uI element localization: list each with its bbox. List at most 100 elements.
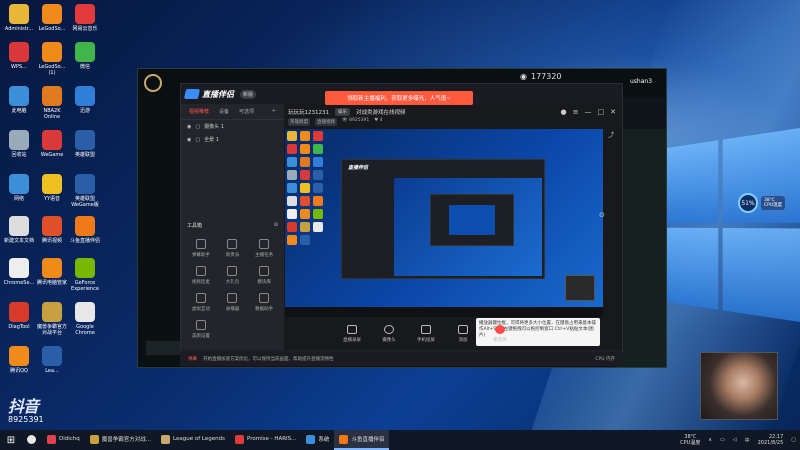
avatar[interactable]: ●: [561, 108, 567, 116]
room-title[interactable]: 玩玩玩1231231: [288, 108, 329, 116]
version-badge[interactable]: 新版: [240, 89, 257, 99]
desktop-icon[interactable]: LeGodSo... (1): [35, 42, 69, 76]
taskbar-item[interactable]: Promise - HARIS...: [230, 430, 301, 450]
eye-icon[interactable]: ◉: [187, 137, 191, 143]
camera-float-icon[interactable]: ⊙: [599, 211, 605, 219]
preview-icon: [300, 131, 310, 141]
eye-icon[interactable]: ◉: [187, 124, 191, 130]
live-preview-canvas[interactable]: 直播伴侣: [285, 129, 603, 317]
desktop-icon[interactable]: 斗鱼直播伴侣: [68, 216, 102, 244]
toolbox-item[interactable]: 录播器: [217, 293, 249, 312]
preview-icon: [287, 144, 297, 154]
desktop-icon[interactable]: 英雄联盟: [68, 130, 102, 158]
desktop-icon[interactable]: 腾讯QQ: [2, 346, 36, 374]
perf-widget[interactable]: 51% 38℃ CPU温度: [738, 193, 786, 213]
close-icon[interactable]: ✕: [610, 108, 616, 116]
desktop-icon[interactable]: 此电脑: [2, 86, 36, 114]
douyin-id: 8925391: [8, 415, 44, 424]
lock-icon[interactable]: ▢: [195, 137, 200, 143]
room-category[interactable]: 对战类游戏在线视频: [356, 108, 406, 116]
desktop-icon[interactable]: LeGodSo...: [35, 4, 69, 32]
desktop-icon[interactable]: 新建文本文档: [2, 216, 36, 244]
camera-icon: [384, 325, 394, 334]
tray-cpu-temp[interactable]: 38℃ CPU温度: [680, 434, 700, 446]
desktop-icon[interactable]: ChromeSe...: [2, 258, 36, 286]
toolbox-item[interactable]: 弹幕助手: [185, 239, 217, 258]
desktop-icon[interactable]: 微信: [68, 42, 102, 70]
add-source-button[interactable]: 添加: [451, 325, 475, 343]
maximize-icon[interactable]: □: [598, 108, 605, 116]
phone-cast-button[interactable]: 手机投屏: [414, 325, 438, 343]
preview-taskbar: [285, 307, 603, 317]
lock-icon[interactable]: ▢: [195, 124, 200, 130]
league-friends-panel[interactable]: [616, 129, 666, 367]
taskbar-item-chrome[interactable]: [22, 430, 42, 450]
tab-options[interactable]: 可选项: [239, 108, 254, 115]
desktop-icon[interactable]: Administr...: [2, 4, 36, 32]
scene-item[interactable]: ◉ ▢ 摄像头 1: [181, 120, 284, 133]
toolbox-item[interactable]: 新贵派: [217, 239, 249, 258]
source-controls: 直播录屏 摄像头 手机投屏 添加 麦克风: [340, 325, 512, 343]
room-tag[interactable]: 娱乐: [335, 108, 350, 116]
desktop-icon[interactable]: 腾讯电脑管家: [35, 258, 69, 286]
promo-banner[interactable]: 领取新主播福利，获取更多曝光，人气值~: [325, 91, 473, 105]
preview-icon: [313, 196, 323, 206]
taskbar-item[interactable]: League of Legends: [156, 430, 230, 450]
scene-sidebar: 视频推荐 设备 可选项 + ◉ ▢ 摄像头 1 ◉ ▢ 全景 1 工具箱 ⊙ 弹…: [181, 104, 284, 350]
notification-icon[interactable]: ▢: [791, 437, 796, 443]
toolbox-item[interactable]: 虚拟互动: [185, 293, 217, 312]
desktop-icon[interactable]: 网络: [2, 174, 36, 202]
taskbar-item[interactable]: Didichq: [42, 430, 85, 450]
desktop-icon[interactable]: Google Chrome: [68, 302, 102, 336]
desktop-icon[interactable]: 魔兽争霸官方对战平台: [35, 302, 69, 336]
mic-button[interactable]: 麦克风: [488, 325, 512, 343]
tray-chevron-icon[interactable]: ∧: [708, 437, 712, 443]
desktop-icon[interactable]: YY语音: [35, 174, 69, 202]
app-icon: [42, 130, 62, 150]
preview-icon: [313, 131, 323, 141]
desktop-icon[interactable]: 回收站: [2, 130, 36, 158]
toolbox-item[interactable]: 数据助手: [248, 293, 280, 312]
minimize-icon[interactable]: —: [585, 108, 592, 116]
desktop-icon[interactable]: 英雄联盟 WeGame版: [68, 174, 102, 208]
preview-icon: [300, 222, 310, 232]
toolbox-item[interactable]: 主播任务: [248, 239, 280, 258]
ime-icon[interactable]: 中: [745, 437, 750, 444]
preview-icon: [300, 170, 310, 180]
desktop-icon[interactable]: 腾讯视频: [35, 216, 69, 244]
preview-icon: [313, 144, 323, 154]
toolbox-item[interactable]: 模块库: [248, 266, 280, 285]
desktop-icon[interactable]: DiagTool: [2, 302, 36, 330]
desktop-icon[interactable]: Lea...: [35, 346, 69, 374]
share-icon[interactable]: ⤴: [608, 130, 614, 139]
desktop-icon[interactable]: 网易云音乐: [68, 4, 102, 32]
toolbox-item[interactable]: 美颜设置: [185, 320, 217, 339]
toolbox-item[interactable]: 视频连麦: [185, 266, 217, 285]
tab-device[interactable]: 设备: [219, 108, 229, 115]
start-button[interactable]: ⊞: [0, 430, 22, 450]
network-icon[interactable]: ▭: [720, 437, 725, 443]
taskbar-item[interactable]: 斗鱼直播伴侣: [334, 430, 390, 450]
tab-video[interactable]: 视频推荐: [189, 108, 209, 115]
desktop-icon[interactable]: WeGame: [35, 130, 69, 158]
scene-item[interactable]: ◉ ▢ 全景 1: [181, 133, 284, 146]
taskbar-item[interactable]: 魔兽争霸官方对战...: [85, 430, 156, 450]
app-icon: [75, 86, 95, 106]
desktop-icon[interactable]: 迅游: [68, 86, 102, 114]
desktop-icon[interactable]: WPS...: [2, 42, 36, 70]
desktop-icon[interactable]: GeForce Experience: [68, 258, 102, 292]
taskbar-app-icon: [306, 434, 316, 444]
preview-icon: [313, 222, 323, 232]
toolbox-settings-icon[interactable]: ⊙: [274, 222, 278, 229]
taskbar-item[interactable]: 系统: [301, 430, 334, 450]
preview-icon: [300, 235, 310, 245]
desktop-icon[interactable]: NBA2K Online: [35, 86, 69, 120]
add-scene-icon[interactable]: +: [272, 108, 276, 115]
screen-capture-button[interactable]: 直播录屏: [340, 325, 364, 343]
volume-icon[interactable]: ◁: [733, 437, 737, 443]
toolbox-item[interactable]: 大礼包: [217, 266, 249, 285]
taskbar-clock[interactable]: 22:17 2021/8/25: [758, 434, 784, 446]
app-icon: [42, 346, 62, 366]
camera-button[interactable]: 摄像头: [377, 325, 401, 343]
menu-icon[interactable]: ≡: [573, 108, 579, 116]
